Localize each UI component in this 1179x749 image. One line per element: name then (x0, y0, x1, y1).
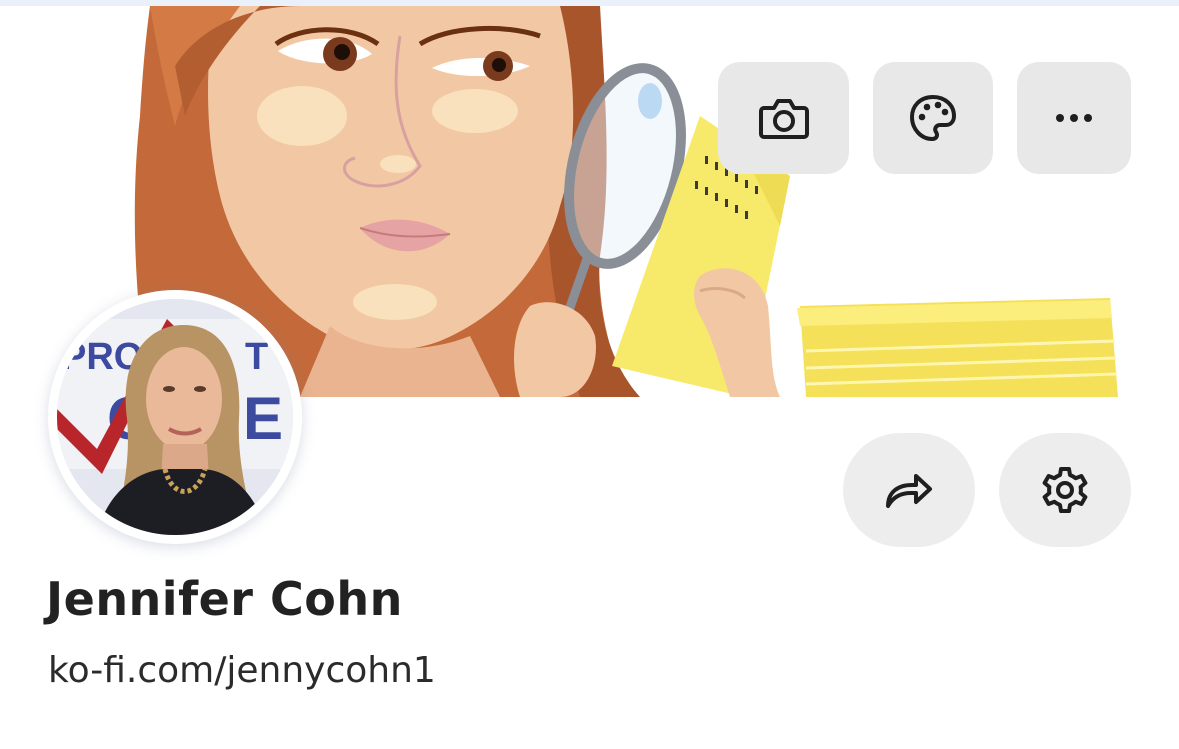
settings-button[interactable] (999, 433, 1131, 547)
palette-icon (908, 93, 958, 143)
avatar[interactable]: PRO T E O (57, 299, 293, 535)
camera-icon (758, 96, 810, 140)
change-cover-button[interactable] (718, 62, 849, 174)
theme-button[interactable] (873, 62, 993, 174)
profile-name: Jennifer Cohn (46, 572, 403, 626)
profile-url[interactable]: ko-fi.com/jennycohn1 (48, 650, 748, 691)
share-arrow-icon (884, 470, 934, 510)
more-horizontal-icon (1054, 113, 1094, 123)
gear-icon (1040, 465, 1090, 515)
svg-text:T: T (245, 336, 268, 378)
svg-text:E: E (243, 385, 283, 452)
more-options-button[interactable] (1017, 62, 1131, 174)
share-button[interactable] (843, 433, 975, 547)
